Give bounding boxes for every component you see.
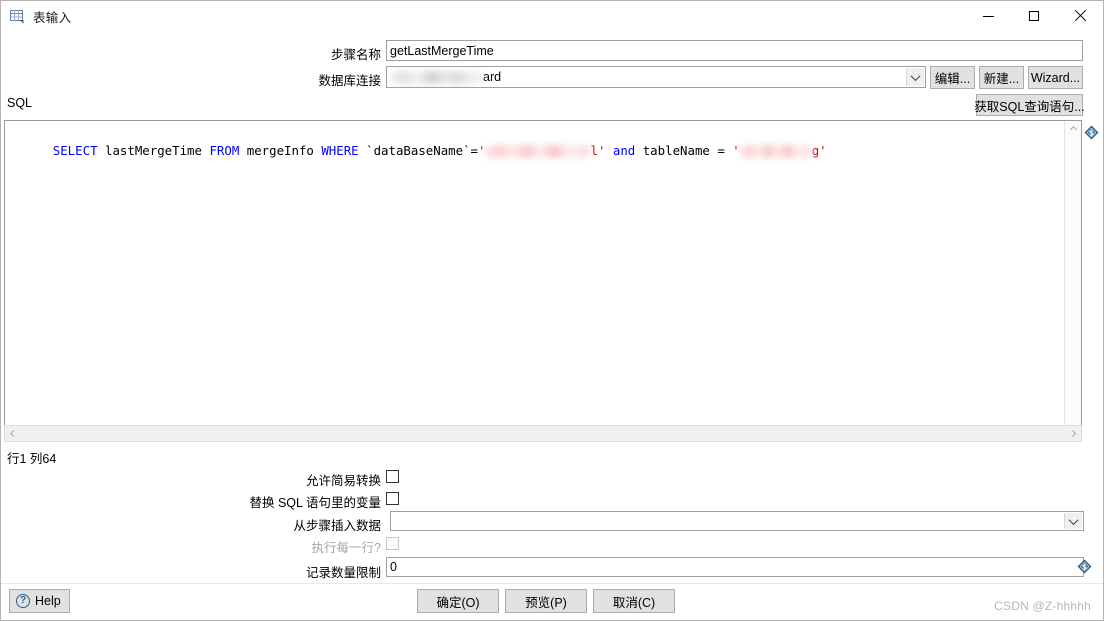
sql-token-select: SELECT [52,143,98,158]
sql-redacted-value-2 [739,145,812,158]
caret-position-status: 行1 列64 [7,452,57,466]
sql-token-quote2-end: g' [811,143,827,158]
scroll-left-arrow-icon[interactable] [5,426,22,441]
lazy-conversion-checkbox[interactable] [386,470,399,483]
sql-token-quote1: ' [478,143,486,158]
preview-label: 预览(P) [525,595,567,610]
sql-token-field1: `dataBaseName`= [358,143,479,158]
sql-code: SELECT lastMergeTime FROM mergeInfo WHER… [8,125,827,176]
get-sql-query-label: 获取SQL查询语句... [974,99,1085,114]
minimize-icon [982,15,994,17]
maximize-button[interactable] [1011,1,1057,31]
question-mark-icon: ? [16,594,30,608]
cancel-label: 取消(C) [612,595,656,610]
insert-data-from-step-label: 从步骤插入数据 [293,519,381,533]
scroll-right-arrow-icon[interactable] [1064,426,1081,441]
chevron-down-icon [910,70,921,81]
connection-dropdown-arrow[interactable] [906,68,924,86]
edit-connection-button[interactable]: 编辑... [930,66,975,89]
edit-connection-label: 编辑... [934,72,971,86]
sql-editor[interactable]: SELECT lastMergeTime FROM mergeInfo WHER… [4,120,1082,441]
new-connection-button[interactable]: 新建... [979,66,1024,89]
svg-text:$: $ [1082,562,1087,571]
connection-combo[interactable]: ard [386,66,926,88]
minimize-button[interactable] [965,1,1011,31]
sql-token-where: WHERE [321,143,359,158]
svg-text:$: $ [1089,128,1094,137]
window-controls [965,1,1103,31]
sql-token-field2: tableName = [635,143,733,158]
get-sql-query-button[interactable]: 获取SQL查询语句... [974,94,1085,116]
scroll-up-arrow-icon[interactable] [1065,121,1081,138]
maximize-icon [1029,11,1039,21]
execute-each-row-label: 执行每一行? [311,541,381,555]
wizard-button[interactable]: Wizard... [1028,66,1083,89]
new-connection-label: 新建... [983,72,1020,86]
sql-variable-marker-icon: $ [1084,125,1099,140]
sql-token-space1 [605,143,612,158]
lazy-conversion-label: 允许简易转换 [305,474,381,488]
step-name-label: 步骤名称 [330,48,381,62]
connection-redacted-value [390,70,482,84]
sql-token-table: mergeInfo [239,143,322,158]
replace-variables-checkbox[interactable] [386,492,399,505]
wizard-label: Wizard... [1030,70,1081,85]
replace-variables-label: 替换 SQL 语句里的变量 [249,496,382,510]
sql-vertical-scrollbar[interactable] [1064,121,1081,440]
close-button[interactable] [1057,1,1103,31]
close-icon [1074,10,1086,22]
limit-size-variable-marker-icon: $ [1077,559,1092,574]
step-name-input[interactable]: getLastMergeTime [386,40,1083,61]
limit-size-label: 记录数量限制 [305,566,381,580]
title-bar: 表输入 [1,1,1103,31]
sql-token-and: and [612,143,636,158]
sql-section-label: SQL [7,96,33,110]
sql-token-quote1-end: l' [590,143,606,158]
execute-each-row-checkbox [386,537,399,550]
cancel-button[interactable]: 取消(C) [593,589,675,613]
sql-horizontal-scrollbar[interactable] [4,425,1082,442]
insert-data-from-step-combo[interactable] [390,511,1084,531]
ok-label: 确定(O) [436,595,480,610]
help-button[interactable]: ? Help [9,589,70,613]
sql-token-from: FROM [209,143,240,158]
watermark: CSDN @Z-hhhhh [994,599,1091,613]
connection-label: 数据库连接 [318,74,381,88]
ok-button[interactable]: 确定(O) [417,589,499,613]
chevron-down-icon [1068,514,1079,525]
limit-size-input[interactable]: 0 [386,557,1084,577]
table-input-dialog: 表输入 步骤名称 getLastMergeTime 数据库连接 ard 编辑..… [0,0,1104,621]
table-input-icon [9,8,26,25]
sql-token-quote2: ' [732,143,740,158]
preview-button[interactable]: 预览(P) [505,589,587,613]
help-label: Help [35,594,61,608]
connection-value-suffix: ard [483,70,502,84]
footer-divider [1,583,1103,584]
window-title: 表输入 [33,10,72,25]
sql-redacted-value-1 [485,145,591,158]
insert-data-dropdown-arrow[interactable] [1064,513,1082,529]
sql-token-col: lastMergeTime [97,143,210,158]
